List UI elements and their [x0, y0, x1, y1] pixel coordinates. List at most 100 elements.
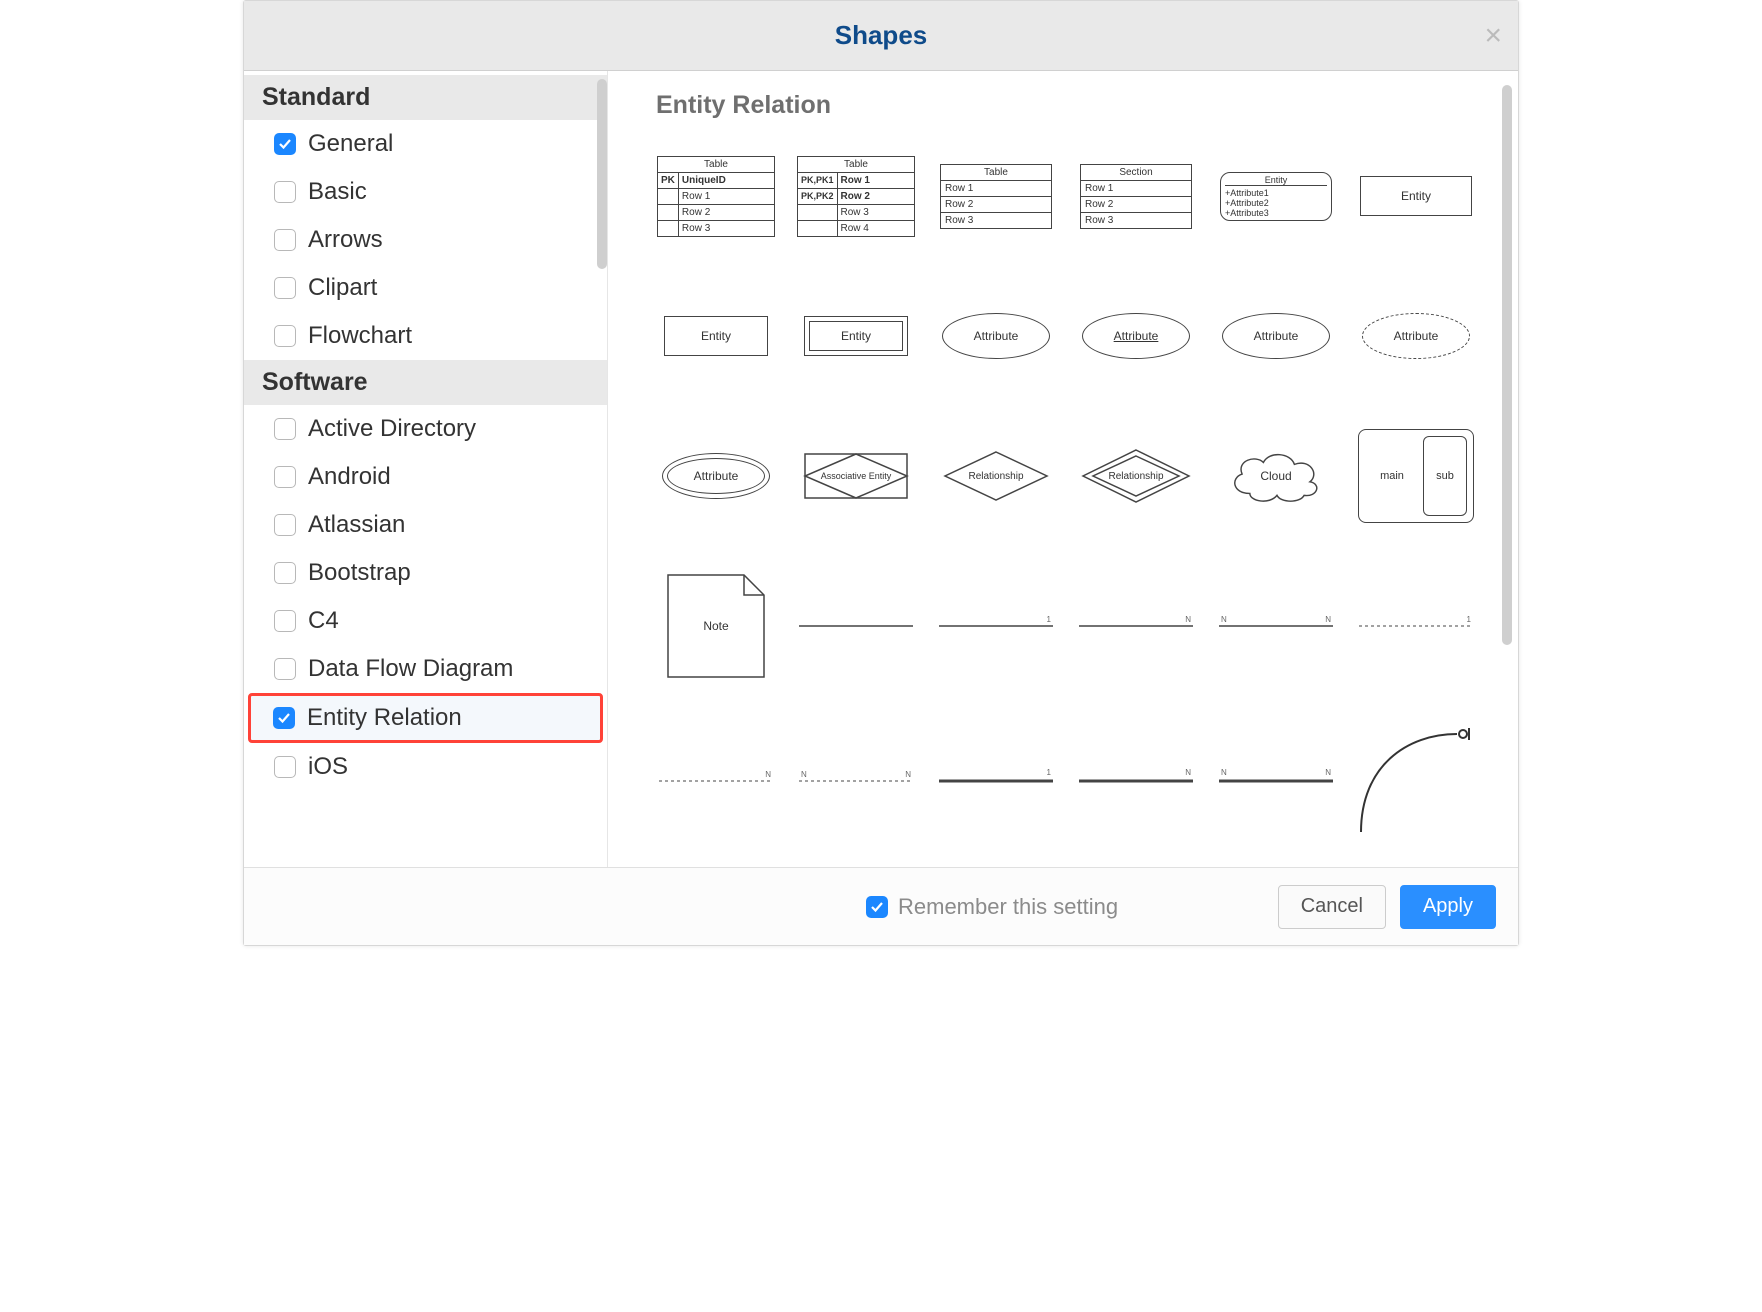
shape-entity-rect-double[interactable]: Entity — [796, 286, 916, 386]
shape-curve-end-circle-bar[interactable] — [1356, 726, 1476, 836]
checkbox-icon[interactable] — [274, 610, 296, 632]
checkbox-icon[interactable] — [274, 181, 296, 203]
shape-connector-9[interactable]: N — [1076, 731, 1196, 831]
shape-connector-2[interactable]: 1 — [936, 576, 1056, 676]
shape-relationship[interactable]: Relationship — [936, 426, 1056, 526]
shape-table-pk[interactable]: Table PKUniqueID Row 1 Row 2 Row 3 — [656, 156, 776, 237]
sidebar-item-label: Android — [308, 463, 391, 491]
shape-label-sub: sub — [1423, 436, 1467, 516]
cell: Row 3 — [837, 204, 914, 220]
shape-entity-rect[interactable]: Entity — [656, 286, 776, 386]
sidebar-item-basic[interactable]: Basic — [244, 168, 607, 216]
sidebar-item-entity-relation[interactable]: Entity Relation — [248, 693, 603, 743]
sidebar-item-android[interactable]: Android — [244, 453, 607, 501]
shape-connector-8[interactable]: 1 — [936, 731, 1056, 831]
dialog-body: StandardGeneralBasicArrowsClipartFlowcha… — [244, 71, 1518, 867]
cell: Entity — [1225, 175, 1327, 186]
shape-row-1: Table PKUniqueID Row 1 Row 2 Row 3 Table… — [656, 146, 1490, 246]
sidebar-item-clipart[interactable]: Clipart — [244, 264, 607, 312]
shape-attribute-dashed[interactable]: Attribute — [1356, 286, 1476, 386]
apply-button[interactable]: Apply — [1400, 885, 1496, 929]
remember-checkbox[interactable] — [866, 896, 888, 918]
shape-attribute-oval[interactable]: Attribute — [936, 286, 1056, 386]
cell: Row 2 — [837, 188, 914, 204]
checkbox-icon[interactable] — [274, 325, 296, 347]
cell: +Attribute2 — [1225, 198, 1327, 208]
cell: Table — [798, 156, 915, 172]
sidebar-item-label: Clipart — [308, 274, 377, 302]
checkbox-icon[interactable] — [274, 658, 296, 680]
shape-attribute-key[interactable]: Attribute — [1076, 286, 1196, 386]
shapes-dialog: Shapes × StandardGeneralBasicArrowsClipa… — [243, 0, 1519, 946]
cell: Row 1 — [678, 188, 774, 204]
shape-row-2: Entity Entity Attribute Attribute Attrib… — [656, 286, 1490, 386]
checkbox-icon[interactable] — [274, 514, 296, 536]
shape-list-section[interactable]: Section Row 1 Row 2 Row 3 — [1076, 164, 1196, 229]
close-icon[interactable]: × — [1484, 21, 1502, 51]
cell: Row 4 — [837, 220, 914, 236]
shape-label: Attribute — [1114, 329, 1159, 343]
shape-connector-1[interactable] — [796, 576, 916, 676]
remember-setting[interactable]: Remember this setting — [866, 894, 1118, 920]
sidebar-item-c4[interactable]: C4 — [244, 597, 607, 645]
svg-text:1: 1 — [1047, 769, 1052, 777]
shape-note[interactable]: Note — [656, 566, 776, 686]
cell: Row 2 — [940, 197, 1052, 213]
sidebar-item-atlassian[interactable]: Atlassian — [244, 501, 607, 549]
shape-main-sub[interactable]: main sub — [1356, 426, 1476, 526]
shape-label: Attribute — [1394, 329, 1439, 343]
shape-attribute-double[interactable]: Attribute — [656, 426, 776, 526]
shape-connector-3[interactable]: N — [1076, 576, 1196, 676]
sidebar-scrollbar[interactable] — [597, 79, 607, 269]
svg-text:N: N — [1325, 615, 1331, 624]
shape-entity-simple[interactable]: Entity — [1356, 146, 1476, 246]
shape-relationship-double[interactable]: Relationship — [1076, 426, 1196, 526]
cancel-button[interactable]: Cancel — [1278, 885, 1386, 929]
shape-cloud[interactable]: Cloud — [1216, 426, 1336, 526]
svg-text:1: 1 — [1047, 615, 1052, 624]
shape-table-pk2[interactable]: Table PK,PK1Row 1 PK,PK2Row 2 Row 3 Row … — [796, 156, 916, 237]
cell: PK,PK1 — [798, 172, 838, 188]
shape-entity-attributes[interactable]: Entity +Attribute1 +Attribute2 +Attribut… — [1216, 172, 1336, 221]
preview-scrollbar[interactable] — [1502, 85, 1512, 645]
checkbox-icon[interactable] — [274, 229, 296, 251]
shape-connector-6[interactable]: N — [656, 731, 776, 831]
shape-connector-7[interactable]: NN — [796, 731, 916, 831]
sidebar-item-label: Arrows — [308, 226, 383, 254]
sidebar-item-flowchart[interactable]: Flowchart — [244, 312, 607, 360]
checkbox-icon[interactable] — [274, 277, 296, 299]
checkbox-icon[interactable] — [274, 418, 296, 440]
shape-connector-5[interactable]: 1 — [1356, 576, 1476, 676]
checkbox-icon[interactable] — [274, 756, 296, 778]
preview-heading: Entity Relation — [656, 91, 1490, 120]
shape-label: Associative Entity — [821, 472, 892, 481]
sidebar-item-label: Atlassian — [308, 511, 405, 539]
svg-text:N: N — [1185, 615, 1191, 624]
sidebar-item-active-directory[interactable]: Active Directory — [244, 405, 607, 453]
shape-categories-sidebar[interactable]: StandardGeneralBasicArrowsClipartFlowcha… — [244, 71, 608, 867]
shape-connector-4[interactable]: NN — [1216, 576, 1336, 676]
svg-text:1: 1 — [1467, 615, 1472, 624]
cell: Row 1 — [837, 172, 914, 188]
shape-row-4: Note 1 N NN 1 — [656, 566, 1490, 686]
sidebar-item-data-flow-diagram[interactable]: Data Flow Diagram — [244, 645, 607, 693]
sidebar-item-label: iOS — [308, 753, 348, 781]
checkbox-icon[interactable] — [274, 466, 296, 488]
shape-associative-entity[interactable]: Associative Entity — [796, 426, 916, 526]
checkbox-icon[interactable] — [273, 707, 295, 729]
checkbox-icon[interactable] — [274, 562, 296, 584]
shape-label: Entity — [841, 329, 871, 343]
shape-row-5: N NN 1 N NN — [656, 726, 1490, 836]
shape-preview-panel[interactable]: Entity Relation Table PKUniqueID Row 1 R… — [608, 71, 1518, 867]
checkbox-icon[interactable] — [274, 133, 296, 155]
shape-attribute-oval-2[interactable]: Attribute — [1216, 286, 1336, 386]
sidebar-item-bootstrap[interactable]: Bootstrap — [244, 549, 607, 597]
shape-list-table[interactable]: Table Row 1 Row 2 Row 3 — [936, 164, 1056, 229]
shape-connector-10[interactable]: NN — [1216, 731, 1336, 831]
sidebar-item-arrows[interactable]: Arrows — [244, 216, 607, 264]
sidebar-item-general[interactable]: General — [244, 120, 607, 168]
cell: Row 3 — [678, 220, 774, 236]
cell: Row 1 — [1080, 181, 1192, 197]
sidebar-item-ios[interactable]: iOS — [244, 743, 607, 791]
dialog-header: Shapes × — [244, 1, 1518, 71]
